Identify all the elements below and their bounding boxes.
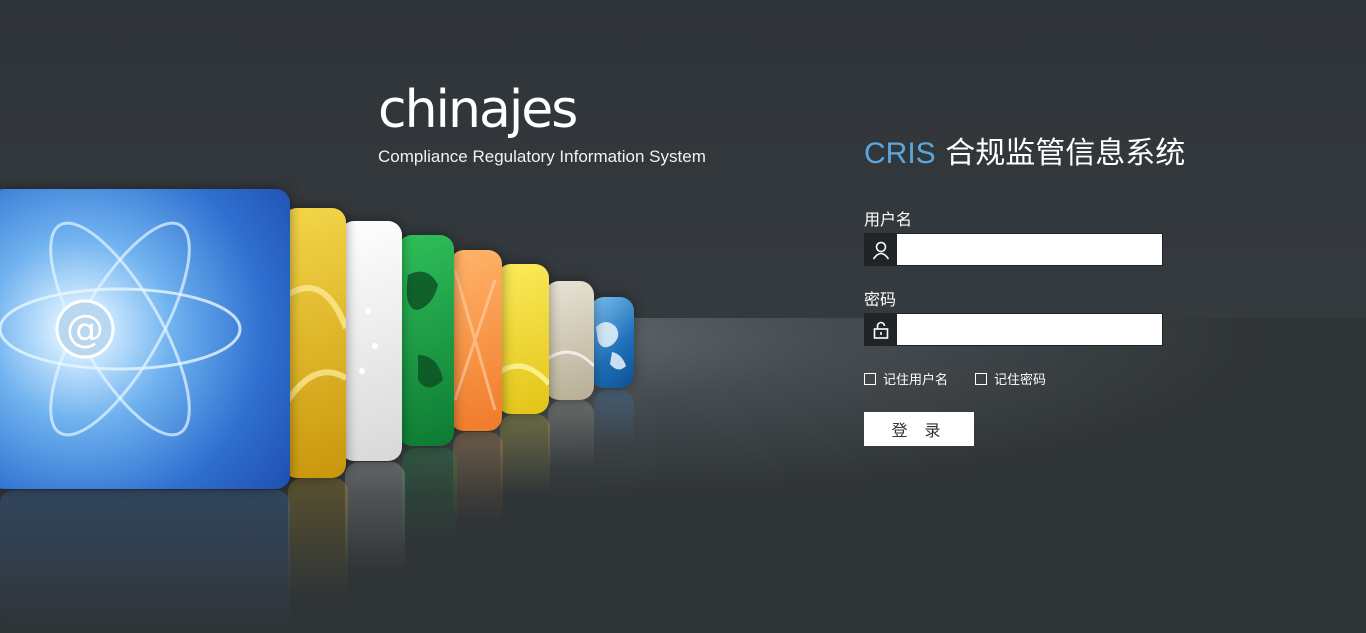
username-field: [864, 233, 1163, 266]
system-title-name: 合规监管信息系统: [945, 136, 1186, 171]
username-label: 用户名: [864, 210, 913, 229]
password-input[interactable]: [899, 314, 1161, 345]
gold-card: [283, 208, 346, 478]
card-fan-illustration: @: [0, 0, 700, 633]
orange-card: [450, 250, 502, 431]
beige-card: [545, 281, 594, 400]
remember-username-label: 记住用户名: [883, 373, 949, 388]
system-title: CRIS 合规监管信息系统: [864, 134, 1185, 174]
card-reflection: [402, 448, 457, 548]
card-reflection: [0, 490, 290, 630]
globe-card: [590, 297, 634, 388]
user-icon: [865, 234, 897, 265]
card-reflection: [288, 478, 348, 598]
password-label: 密码: [864, 290, 897, 309]
card-reflection: [453, 432, 503, 522]
login-button[interactable]: 登 录: [864, 412, 974, 446]
email-card: @: [0, 189, 290, 489]
checkbox-box[interactable]: [864, 372, 876, 385]
world-map-card: [398, 235, 454, 446]
card-reflection: [345, 462, 405, 572]
remember-password-checkbox[interactable]: 记住密码: [975, 369, 1046, 388]
lock-icon: [865, 314, 897, 345]
card-reflection: [594, 390, 634, 450]
yellow-card: [497, 264, 549, 414]
svg-text:@: @: [66, 307, 104, 351]
remember-password-label: 记住密码: [994, 373, 1047, 388]
system-title-prefix: CRIS: [864, 137, 936, 170]
checkbox-box[interactable]: [975, 372, 987, 385]
remember-username-checkbox[interactable]: 记住用户名: [864, 369, 948, 388]
silver-card: [340, 221, 402, 461]
card-reflection: [500, 414, 550, 494]
password-field: [864, 313, 1163, 346]
username-input[interactable]: [899, 234, 1161, 265]
card-reflection: [548, 400, 594, 470]
